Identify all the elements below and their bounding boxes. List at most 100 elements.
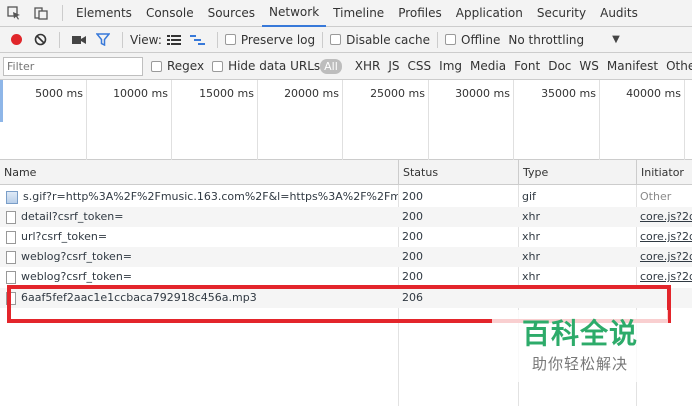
waterfall-icon: [190, 34, 206, 45]
column-header-type[interactable]: Type: [518, 160, 636, 185]
overview-tick-label: 40000 ms: [626, 87, 681, 100]
overview-tick-label: 15000 ms: [199, 87, 254, 100]
funnel-icon: [96, 33, 110, 46]
toolbar-divider: [437, 31, 438, 48]
regex-checkbox[interactable]: Regex: [151, 59, 204, 73]
request-name: s.gif?r=http%3A%2F%2Fmusic.163.com%2F&l=…: [23, 190, 398, 203]
clear-icon: [34, 33, 46, 46]
tab-security[interactable]: Security: [530, 0, 593, 27]
overview-tick-label: 20000 ms: [284, 87, 339, 100]
filter-type-font[interactable]: Font: [510, 59, 544, 73]
overview-divider: [86, 80, 87, 160]
table-row[interactable]: weblog?csrf_token= 200 xhr core.js?2d: [0, 247, 692, 267]
column-header-status[interactable]: Status: [398, 160, 518, 185]
throttling-select[interactable]: No throttling ▼: [508, 33, 619, 47]
table-row[interactable]: s.gif?r=http%3A%2F%2Fmusic.163.com%2F&l=…: [0, 187, 692, 207]
overview-divider: [171, 80, 172, 160]
filter-type-media[interactable]: Media: [466, 59, 510, 73]
filter-input[interactable]: [3, 56, 143, 76]
throttling-value: No throttling: [508, 32, 585, 47]
document-file-icon: [6, 270, 16, 284]
clear-button[interactable]: [28, 28, 52, 52]
document-file-icon: [6, 250, 16, 264]
table-row[interactable]: detail?csrf_token= 200 xhr core.js?2d: [0, 207, 692, 227]
network-overview-timeline[interactable]: 5000 ms 10000 ms 15000 ms 20000 ms 25000…: [0, 80, 692, 160]
overview-divider: [428, 80, 429, 160]
tab-sources[interactable]: Sources: [201, 0, 262, 27]
hide-data-urls-checkbox[interactable]: Hide data URLs: [212, 59, 320, 73]
checkbox-box[interactable]: [224, 34, 236, 45]
tab-profiles[interactable]: Profiles: [391, 0, 449, 27]
overview-toggle-button[interactable]: [186, 28, 210, 52]
overview-divider: [257, 80, 258, 160]
large-rows-button[interactable]: [162, 28, 186, 52]
row-name-cell: weblog?csrf_token=: [0, 267, 398, 287]
disable-cache-checkbox[interactable]: Disable cache: [330, 33, 430, 47]
row-name-cell: url?csrf_token=: [0, 227, 398, 247]
tab-application[interactable]: Application: [449, 0, 530, 27]
table-row[interactable]: weblog?csrf_token= 200 xhr core.js?2d: [0, 267, 692, 287]
filter-type-img[interactable]: Img: [435, 59, 466, 73]
filter-type-manifest[interactable]: Manifest: [603, 59, 662, 73]
filter-type-doc[interactable]: Doc: [544, 59, 575, 73]
request-type: xhr: [522, 210, 541, 223]
tab-audits[interactable]: Audits: [593, 0, 645, 27]
checkbox-box[interactable]: [151, 60, 162, 72]
request-initiator: Other: [640, 190, 672, 203]
document-file-icon: [6, 210, 16, 224]
request-type: xhr: [522, 250, 541, 263]
tab-network[interactable]: Network: [262, 0, 327, 27]
request-name: detail?csrf_token=: [21, 210, 124, 223]
device-mode-icon[interactable]: [27, 0, 54, 27]
overview-selection-handle[interactable]: [0, 80, 3, 122]
offline-checkbox[interactable]: Offline: [445, 33, 500, 47]
filter-type-css[interactable]: CSS: [404, 59, 436, 73]
column-header-initiator[interactable]: Initiator: [636, 160, 692, 185]
checkbox-box[interactable]: [212, 60, 224, 72]
overview-divider: [513, 80, 514, 160]
video-camera-icon: [72, 35, 86, 44]
request-type: xhr: [522, 270, 541, 283]
request-type: xhr: [522, 230, 541, 243]
request-status: 200: [402, 250, 423, 263]
checkbox-box[interactable]: [330, 34, 342, 45]
watermark-subtitle: 助你轻松解决: [531, 355, 628, 373]
disable-cache-label: Disable cache: [346, 32, 430, 47]
row-name-cell: s.gif?r=http%3A%2F%2Fmusic.163.com%2F&l=…: [0, 187, 398, 207]
checkbox-box[interactable]: [445, 34, 456, 45]
tab-console[interactable]: Console: [139, 0, 201, 27]
tab-timeline[interactable]: Timeline: [326, 0, 391, 27]
filter-type-js[interactable]: JS: [384, 59, 403, 73]
request-status: 200: [402, 210, 423, 223]
overview-tick-label: 25000 ms: [370, 87, 425, 100]
inspect-element-icon[interactable]: [0, 0, 27, 27]
regex-label: Regex: [167, 59, 205, 73]
overview-divider: [342, 80, 343, 160]
network-control-bar: View: Preserve log Disable cache Offline…: [0, 27, 692, 53]
request-table-header: Name Status Type Initiator: [0, 160, 692, 185]
request-initiator-link[interactable]: core.js?2d: [636, 247, 692, 267]
request-initiator-link[interactable]: core.js?2d: [636, 267, 692, 287]
request-type: gif: [522, 190, 536, 203]
record-button[interactable]: [4, 28, 28, 52]
request-initiator-link[interactable]: core.js?2d: [636, 227, 692, 247]
filter-type-other[interactable]: Other: [662, 59, 692, 73]
toolbar-divider: [59, 31, 60, 48]
filter-toggle-button[interactable]: [91, 28, 115, 52]
table-row[interactable]: url?csrf_token= 200 xhr core.js?2d: [0, 227, 692, 247]
image-file-icon: [6, 190, 18, 204]
request-initiator-link[interactable]: core.js?2d: [636, 207, 692, 227]
tab-elements[interactable]: Elements: [69, 0, 139, 27]
overview-tick-label: 30000 ms: [455, 87, 510, 100]
preserve-log-checkbox[interactable]: Preserve log: [224, 33, 315, 47]
filter-type-all[interactable]: All: [320, 58, 342, 74]
request-name: weblog?csrf_token=: [21, 250, 133, 263]
list-view-icon: [166, 34, 181, 45]
filter-type-ws[interactable]: WS: [575, 59, 602, 73]
overview-tick-label: 10000 ms: [113, 87, 168, 100]
column-header-name[interactable]: Name: [0, 160, 398, 185]
watermark: 百科全说 助你轻松解决: [492, 310, 668, 382]
watermark-title: 百科全说: [521, 317, 638, 350]
capture-screenshots-button[interactable]: [67, 28, 91, 52]
filter-type-xhr[interactable]: XHR: [351, 59, 385, 73]
